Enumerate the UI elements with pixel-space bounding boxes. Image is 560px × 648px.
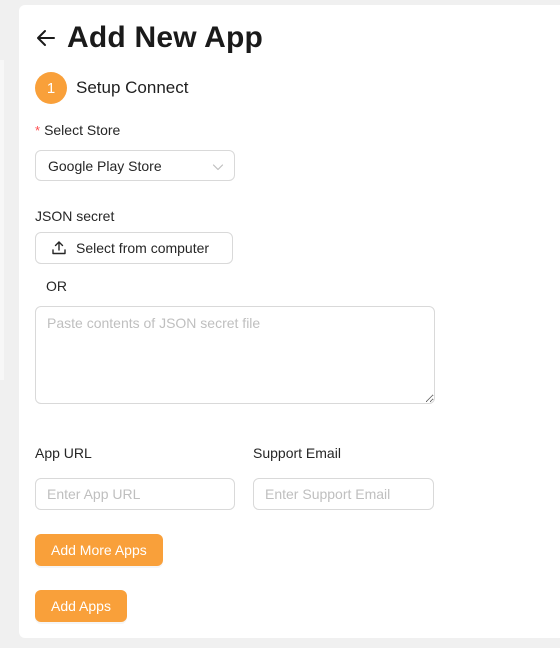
- step-label: Setup Connect: [76, 78, 189, 97]
- json-secret-textarea[interactable]: [35, 306, 435, 404]
- store-select-value: Google Play Store: [48, 157, 162, 174]
- select-from-computer-button[interactable]: Select from computer: [35, 232, 233, 264]
- app-url-input[interactable]: [35, 478, 235, 510]
- select-store-label: * Select Store: [35, 122, 120, 138]
- chevron-down-icon: [212, 160, 224, 172]
- add-apps-button[interactable]: Add Apps: [35, 590, 127, 622]
- required-mark: *: [35, 123, 41, 138]
- store-select[interactable]: Google Play Store: [35, 150, 235, 181]
- arrow-left-icon[interactable]: [35, 27, 57, 49]
- page-title: Add New App: [67, 21, 264, 54]
- or-divider-text: OR: [46, 278, 67, 294]
- json-secret-label: JSON secret: [35, 208, 115, 224]
- app-url-label: App URL: [35, 445, 92, 461]
- select-from-computer-label: Select from computer: [76, 240, 210, 256]
- select-store-label-text: Select Store: [44, 122, 121, 138]
- step-indicator: 1 Setup Connect: [35, 72, 188, 104]
- add-more-apps-button[interactable]: Add More Apps: [35, 534, 163, 566]
- step-number-badge: 1: [35, 72, 67, 104]
- upload-icon: [51, 240, 67, 256]
- support-email-input[interactable]: [253, 478, 434, 510]
- page-header: Add New App: [35, 18, 263, 58]
- support-email-label: Support Email: [253, 445, 341, 461]
- background-strip: [0, 60, 4, 380]
